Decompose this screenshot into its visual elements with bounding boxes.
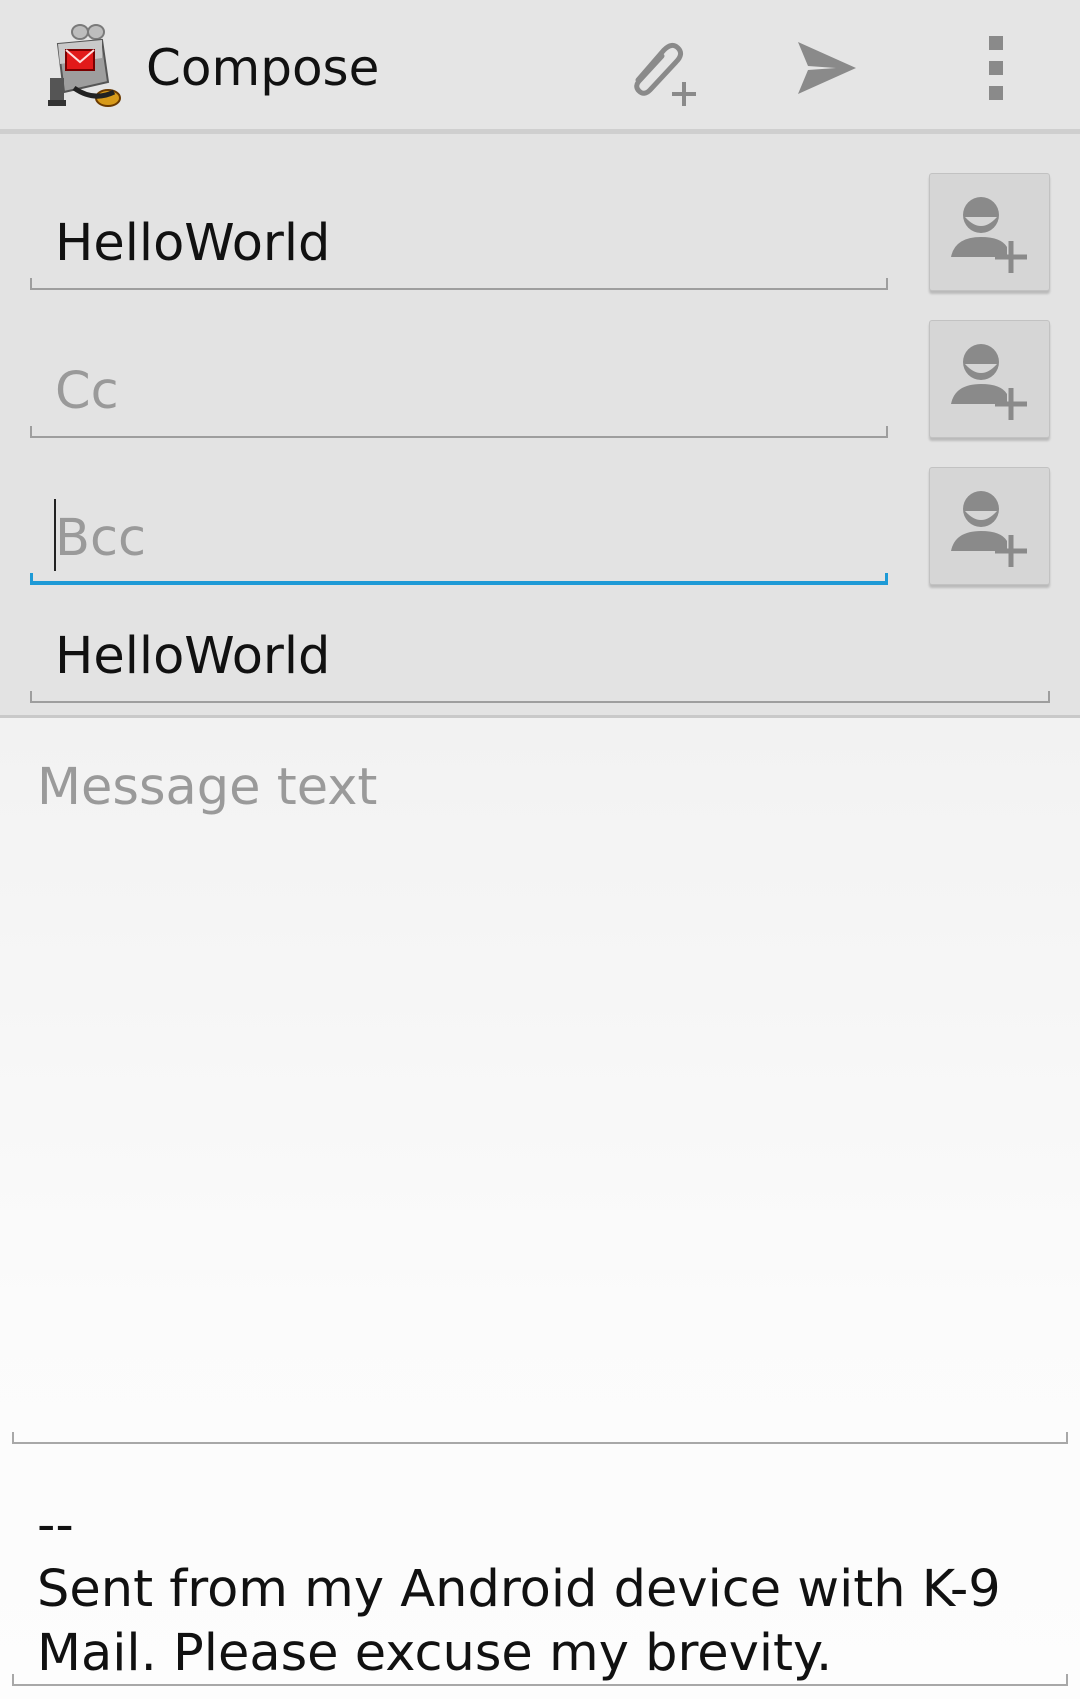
bcc-field-underline <box>30 573 888 585</box>
bcc-field-placeholder: Bcc <box>55 509 147 568</box>
subject-field[interactable]: HelloWorld <box>30 593 1050 703</box>
message-header-fields: HelloWorld Cc Bcc HelloWorld <box>0 134 1080 718</box>
signature-text: -- Sent from my Android device with K-9 … <box>37 1496 1001 1683</box>
add-cc-contact-button[interactable] <box>929 320 1050 438</box>
to-field-value: HelloWorld <box>55 214 331 273</box>
bcc-field[interactable]: Bcc <box>30 475 888 585</box>
cc-field-underline <box>30 426 888 438</box>
message-text-placeholder: Message text <box>37 758 378 817</box>
to-field-underline <box>30 278 888 290</box>
send-icon[interactable] <box>786 28 866 108</box>
cc-field[interactable]: Cc <box>30 328 888 438</box>
to-field[interactable]: HelloWorld <box>30 180 888 290</box>
add-contact-icon <box>950 491 1027 567</box>
k9-mail-app-icon[interactable] <box>44 22 124 112</box>
message-text-underline <box>12 1432 1068 1444</box>
subject-field-value: HelloWorld <box>55 627 331 686</box>
add-bcc-contact-button[interactable] <box>929 467 1050 585</box>
add-contact-icon <box>950 344 1027 420</box>
add-contact-icon <box>950 197 1027 273</box>
subject-field-underline <box>30 691 1050 703</box>
compose-screen: Compose HelloWorld Cc Bcc HelloWorld Mes… <box>0 0 1080 1699</box>
overflow-menu-icon[interactable] <box>956 28 1036 108</box>
cc-field-placeholder: Cc <box>55 362 119 421</box>
add-to-contact-button[interactable] <box>929 173 1050 291</box>
signature-field[interactable]: -- Sent from my Android device with K-9 … <box>12 1494 1068 1683</box>
attach-icon[interactable] <box>618 28 698 108</box>
action-bar: Compose <box>0 0 1080 134</box>
page-title: Compose <box>146 39 380 97</box>
signature-underline <box>12 1674 1068 1686</box>
message-text-field[interactable]: Message text <box>12 718 1068 1444</box>
